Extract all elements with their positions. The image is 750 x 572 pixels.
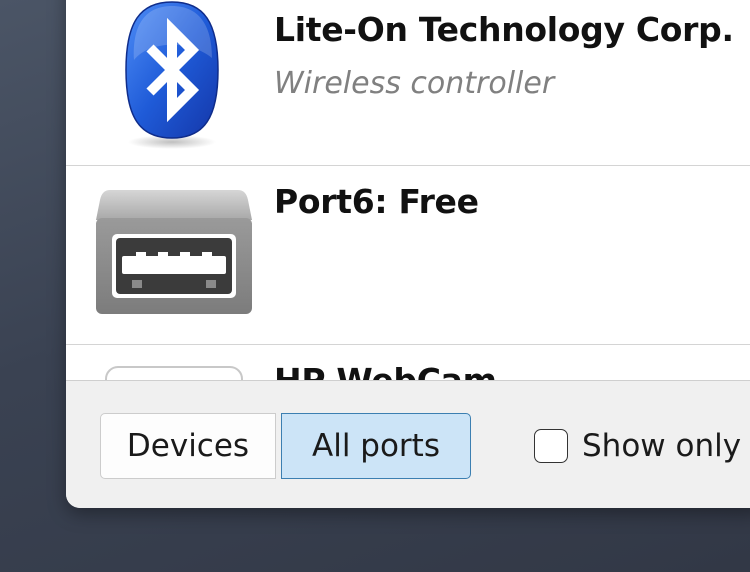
- device-row-hp-webcam[interactable]: HP WebCam: [66, 345, 750, 380]
- show-only-label: Show only: [582, 428, 742, 464]
- devices-view-button[interactable]: Devices: [100, 413, 276, 479]
- device-subtitle: Wireless controller: [274, 66, 555, 101]
- usb-devices-window: Lite-On Technology Corp. Wireless contro…: [66, 0, 750, 508]
- all-ports-view-button[interactable]: All ports: [281, 413, 471, 479]
- device-title: Lite-On Technology Corp.: [274, 10, 734, 49]
- device-title: Port6: Free: [274, 182, 479, 221]
- show-only-checkbox-group[interactable]: Show only: [534, 413, 741, 479]
- bluetooth-icon: [120, 0, 224, 150]
- device-title: HP WebCam: [274, 361, 497, 380]
- device-row-lite-on[interactable]: Lite-On Technology Corp. Wireless contro…: [66, 0, 750, 166]
- webcam-icon: [104, 365, 244, 380]
- show-only-checkbox[interactable]: [534, 429, 568, 463]
- device-row-port6[interactable]: Port6: Free: [66, 166, 750, 345]
- footer-toolbar: Devices All ports Show only: [66, 380, 750, 508]
- device-list[interactable]: Lite-On Technology Corp. Wireless contro…: [66, 0, 750, 380]
- usb-port-icon: [96, 190, 252, 316]
